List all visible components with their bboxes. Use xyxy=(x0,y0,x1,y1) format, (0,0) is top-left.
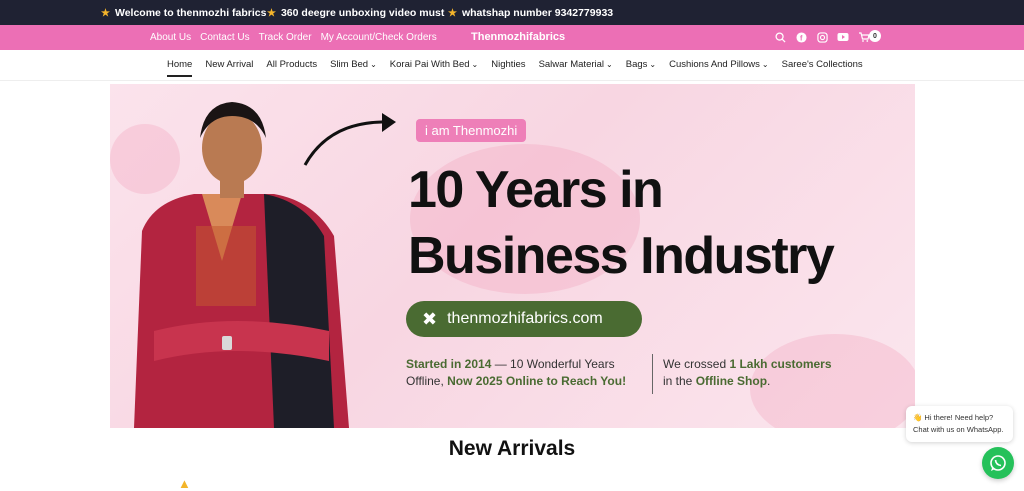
star-icon: ★ xyxy=(267,7,276,19)
main-navigation: Home New Arrival All Products Slim Bed ⌄ … xyxy=(0,50,1024,81)
chevron-down-icon: ⌄ xyxy=(761,60,769,69)
hero-customers-text: We crossed 1 Lakh customers in the Offli… xyxy=(663,356,832,390)
chevron-down-icon: ⌄ xyxy=(370,60,377,69)
body-text: . xyxy=(767,374,771,388)
divider xyxy=(652,354,653,394)
track-order-link[interactable]: Track Order xyxy=(259,32,312,43)
chevron-down-icon: ⌄ xyxy=(606,60,613,69)
arrow-icon xyxy=(303,113,396,166)
whatsapp-icon xyxy=(990,455,1006,471)
whatsapp-button[interactable] xyxy=(982,447,1014,479)
nav-label: Slim Bed xyxy=(330,59,369,70)
facebook-icon[interactable]: f xyxy=(795,31,807,43)
announcement-bar: ★ Welcome to thenmozhi fabrics ★ 360 dee… xyxy=(0,0,1024,25)
nav-item-home[interactable]: Home xyxy=(167,59,193,77)
body-text: — 10 Wonderful Years xyxy=(491,357,615,371)
section-title: New Arrivals xyxy=(448,437,576,460)
nav-item-salwar-material[interactable]: Salwar Material ⌄ xyxy=(539,59,613,77)
nav-label: Salwar Material xyxy=(538,59,605,70)
nav-item-slim-bed[interactable]: Slim Bed ⌄ xyxy=(330,59,377,77)
nav-label: Cushions And Pillows xyxy=(669,59,760,70)
website-text: thenmozhifabrics.com xyxy=(447,310,603,327)
star-icon: ★ xyxy=(101,7,110,19)
nav-item-nighties[interactable]: Nighties xyxy=(491,59,525,77)
announcement-item: ★ whatshap number 9342779933 xyxy=(448,7,613,19)
nav-item-korai-pai[interactable]: Korai Pai With Bed ⌄ xyxy=(390,59,478,77)
body-text: We crossed xyxy=(663,357,730,371)
body-text: Offline, xyxy=(406,374,448,388)
headline-line: 10 Years in xyxy=(408,161,664,219)
announcement-text: whatshap number 9342779933 xyxy=(461,7,614,19)
nav-item-all-products[interactable]: All Products xyxy=(266,59,317,77)
nav-item-cushions[interactable]: Cushions And Pillows ⌄ xyxy=(669,59,769,77)
hero-headline: 10 Years in Business Industry xyxy=(408,157,835,289)
hero-history-text: Started in 2014 — 10 Wonderful Years Off… xyxy=(406,356,626,390)
announcement-text: Welcome to thenmozhi fabrics xyxy=(114,7,267,19)
nav-item-bags[interactable]: Bags ⌄ xyxy=(626,59,656,77)
youtube-icon[interactable] xyxy=(837,31,849,43)
star-icon: ★ xyxy=(448,7,457,19)
website-pill: ✖ thenmozhifabrics.com xyxy=(406,301,642,337)
highlight-text: 1 Lakh customers xyxy=(729,357,832,371)
utility-icons: f 0 xyxy=(774,30,881,43)
nav-item-sarees[interactable]: Saree's Collections xyxy=(782,59,863,77)
announcement-text: 360 deegre unboxing video must xyxy=(280,7,445,19)
hero-tag: i am Thenmozhi xyxy=(416,119,527,142)
chat-line: 👋 Hi there! Need help? xyxy=(913,413,994,422)
nav-label: Bags xyxy=(625,59,648,70)
highlight-text: Offline Shop xyxy=(695,374,768,388)
hero-banner[interactable]: i am Thenmozhi 10 Years in Business Indu… xyxy=(110,84,915,428)
contact-us-link[interactable]: Contact Us xyxy=(200,32,249,43)
highlight-text: Started in 2014 xyxy=(406,357,492,371)
highlight-text: Now 2025 Online to Reach You! xyxy=(447,374,627,388)
whatsapp-chat-bubble[interactable]: 👋 Hi there! Need help? Chat with us on W… xyxy=(906,406,1013,442)
search-icon[interactable] xyxy=(774,31,786,43)
body-text: in the xyxy=(663,374,696,388)
nav-label: Korai Pai With Bed xyxy=(389,59,470,70)
chevron-down-icon: ⌄ xyxy=(649,60,657,69)
cart-icon[interactable]: 0 xyxy=(858,30,881,43)
instagram-icon[interactable] xyxy=(816,31,828,43)
announcement-item: ★ 360 deegre unboxing video must xyxy=(267,7,444,19)
about-us-link[interactable]: About Us xyxy=(150,32,191,43)
chat-line: Chat with us on WhatsApp. xyxy=(913,425,1004,434)
cart-count-badge: 0 xyxy=(869,30,881,42)
utility-links: About Us Contact Us Track Order My Accou… xyxy=(150,32,437,43)
brand-x-icon: ✖ xyxy=(422,308,438,329)
chevron-down-icon: ⌄ xyxy=(471,60,479,69)
utility-bar: About Us Contact Us Track Order My Accou… xyxy=(0,25,1024,50)
my-account-link[interactable]: My Account/Check Orders xyxy=(321,32,437,43)
headline-line: Business Industry xyxy=(408,227,835,285)
nav-item-new-arrival[interactable]: New Arrival xyxy=(205,59,253,77)
site-logo[interactable]: Thenmozhifabrics xyxy=(471,31,565,43)
announcement-item: ★ Welcome to thenmozhi fabrics xyxy=(101,7,266,19)
